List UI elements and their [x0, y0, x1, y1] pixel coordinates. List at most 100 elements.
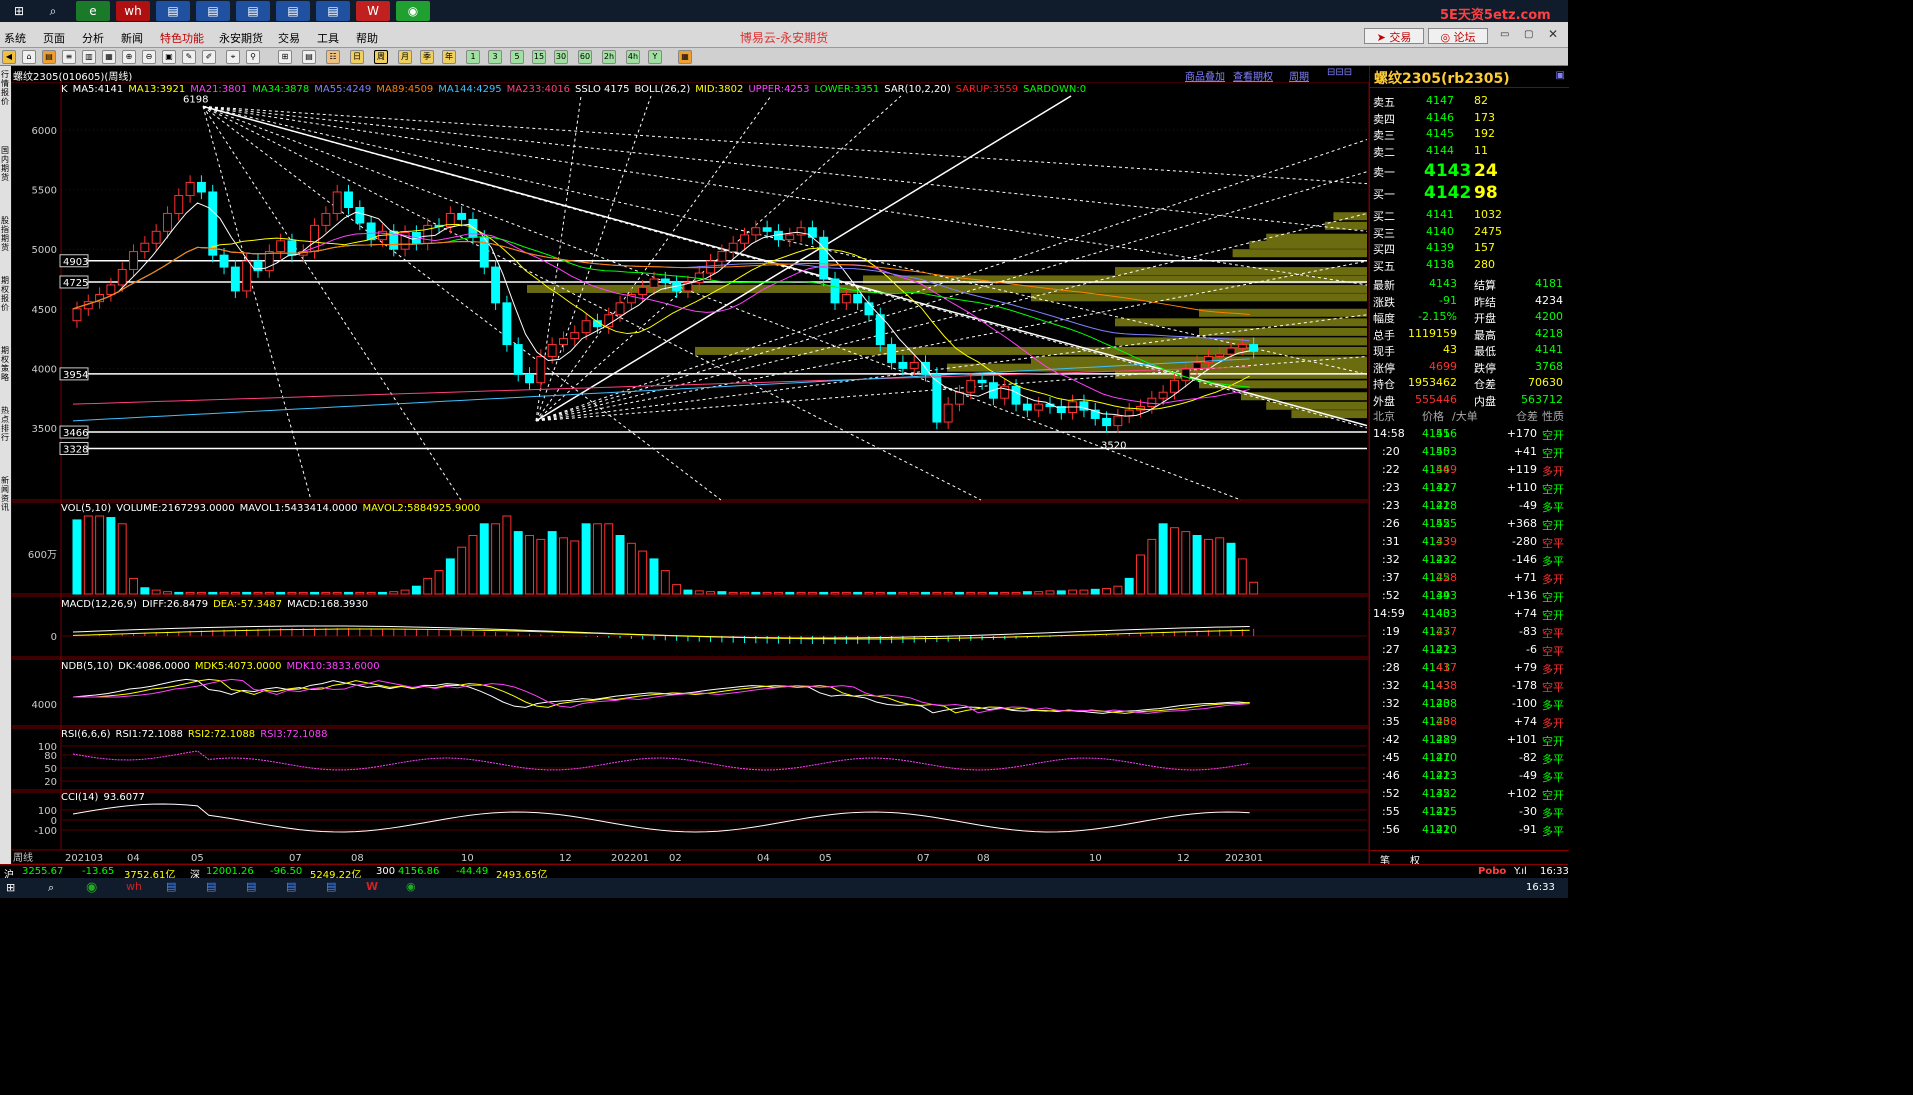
ask-row[interactable]: 卖五 4147 82 [1370, 94, 1569, 110]
pen-icon[interactable]: ✎ [182, 50, 196, 64]
tick-row[interactable]: :52 4144 393 +136 空开 [1370, 589, 1569, 605]
win-app-icon-5[interactable]: ▤ [326, 880, 336, 893]
menu-help[interactable]: 帮助 [356, 30, 378, 46]
tick-row[interactable]: :32 4143 222 -146 多平 [1370, 553, 1569, 569]
folder-icon[interactable]: ▤ [42, 50, 56, 64]
menu-analysis[interactable]: 分析 [82, 30, 104, 46]
ask-row[interactable]: 卖三 4145 192 [1370, 127, 1569, 143]
sidebar-item-index-futures[interactable]: 股指期货 [1, 216, 10, 252]
lock-icon[interactable]: ⚲ [246, 50, 260, 64]
tick-row[interactable]: :22 4144 569 +119 多开 [1370, 463, 1569, 479]
window-min-icon[interactable]: ▭ [1500, 29, 1509, 40]
tick-row[interactable]: :32 4143 438 -178 空平 [1370, 679, 1569, 695]
grid-icon[interactable]: ⊞ [278, 50, 292, 64]
stat-row[interactable]: 涨停 4699 跌停 3768 [1370, 360, 1569, 376]
period-5min[interactable]: 5 [510, 50, 524, 64]
wps-icon[interactable]: W [356, 1, 390, 21]
expand-icon[interactable]: ▣ [1556, 70, 1565, 81]
app-window-icon-3[interactable]: ▤ [236, 1, 270, 21]
tick-row[interactable]: :23 4142 218 -49 多平 [1370, 499, 1569, 515]
period-month[interactable]: 月 [398, 50, 412, 64]
brush-icon[interactable]: ✐ [202, 50, 216, 64]
tick-row[interactable]: :56 4141 220 -91 多平 [1370, 823, 1569, 839]
menu-system[interactable]: 系统 [4, 30, 26, 46]
chart-area[interactable]: 螺纹2305(010605)(周线) 商品叠加 查看期权 周期 ⊟⊟⊟ 6000… [11, 66, 1369, 864]
draw-tool-icon[interactable]: ⌖ [226, 50, 240, 64]
app-window-icon[interactable]: ▤ [156, 1, 190, 21]
forum-button[interactable]: ◎ 论坛 [1428, 28, 1488, 44]
home-icon[interactable]: ⌂ [22, 50, 36, 64]
period-day[interactable]: 日 [350, 50, 364, 64]
tick-row[interactable]: :35 4143 208 +74 多开 [1370, 715, 1569, 731]
ask-row[interactable]: 卖四 4146 173 [1370, 111, 1569, 127]
win-wh6-icon[interactable]: wh [126, 880, 142, 893]
sidebar-item-futures[interactable]: 国内期货 [1, 146, 10, 182]
kline-icon[interactable]: ☷ [326, 50, 340, 64]
tick-row[interactable]: :28 4143 417 +79 多开 [1370, 661, 1569, 677]
search-icon[interactable]: ⌕ [36, 1, 70, 21]
stat-row[interactable]: 幅度 -2.15% 开盘 4200 [1370, 310, 1569, 326]
tick-row[interactable]: :46 4141 223 -49 多平 [1370, 769, 1569, 785]
back-icon[interactable]: ◀ [2, 50, 16, 64]
kline-chart[interactable]: 6000 5500 5000 4500 4000 3500 4903 4725 3954 3466… [11, 82, 1369, 864]
stat-row[interactable]: 涨跌 -91 昨结 4234 [1370, 294, 1569, 310]
ask-row[interactable]: 卖一 4143 24 [1370, 161, 1569, 181]
win-search-icon[interactable]: ⌕ [48, 881, 54, 895]
wechat-icon[interactable]: ◉ [396, 1, 430, 21]
tick-row[interactable]: 14:59 4143 403 +74 空开 [1370, 607, 1569, 623]
win-start-icon[interactable]: ⊞ [6, 881, 15, 894]
win-app-icon-4[interactable]: ▤ [286, 880, 296, 893]
period-quarter[interactable]: 季 [420, 50, 434, 64]
period-year[interactable]: 年 [442, 50, 456, 64]
sidebar-item-news[interactable]: 新闻资讯 [1, 476, 10, 512]
period-custom[interactable]: Y [648, 50, 662, 64]
menu-special[interactable]: 特色功能 [160, 30, 204, 46]
chart-icon[interactable]: ▦ [102, 50, 116, 64]
period-2h[interactable]: 2h [602, 50, 616, 64]
layout-toggle-icon[interactable]: ⊟⊟⊟ [1327, 67, 1352, 78]
tick-row[interactable]: :19 4143 277 -83 空平 [1370, 625, 1569, 641]
period-3min[interactable]: 3 [488, 50, 502, 64]
bid-row[interactable]: 买三 4140 2475 [1370, 225, 1569, 241]
tick-row[interactable]: :45 4141 270 -82 多平 [1370, 751, 1569, 767]
menu-news[interactable]: 新闻 [121, 30, 143, 46]
tick-row[interactable]: :52 4142 352 +102 空开 [1370, 787, 1569, 803]
tick-row[interactable]: 14:58 4145 516 +170 空开 [1370, 427, 1569, 443]
view-options-link[interactable]: 查看期权 [1233, 68, 1273, 83]
tick-row[interactable]: :37 4145 228 +71 多开 [1370, 571, 1569, 587]
window-max-icon[interactable]: ▢ [1524, 29, 1533, 40]
period-week[interactable]: 周 [374, 50, 388, 64]
tick-row[interactable]: :32 4143 208 -100 多平 [1370, 697, 1569, 713]
period-15min[interactable]: 15 [532, 50, 546, 64]
zoom-out-icon[interactable]: ⊖ [142, 50, 156, 64]
app-window-icon-2[interactable]: ▤ [196, 1, 230, 21]
tick-row[interactable]: :20 4145 503 +41 空开 [1370, 445, 1569, 461]
window-close-icon[interactable]: ✕ [1548, 27, 1558, 41]
bid-row[interactable]: 买五 4138 280 [1370, 258, 1569, 274]
list-icon[interactable]: ≡ [62, 50, 76, 64]
menu-tools[interactable]: 工具 [317, 30, 339, 46]
bid-row[interactable]: 买一 4142 98 [1370, 183, 1569, 203]
period-link[interactable]: 周期 [1289, 68, 1309, 83]
menu-page[interactable]: 页面 [43, 30, 65, 46]
stat-row[interactable]: 最新 4143 结算 4181 [1370, 277, 1569, 293]
sidebar-item-options[interactable]: 期权报价 [1, 276, 10, 312]
win-wps-icon[interactable]: W [366, 880, 378, 893]
table-icon[interactable]: ▤ [302, 50, 316, 64]
calendar-icon[interactable]: ▦ [678, 50, 692, 64]
bid-row[interactable]: 买二 4141 1032 [1370, 208, 1569, 224]
doc-icon[interactable]: ▥ [82, 50, 96, 64]
commodity-overlay-link[interactable]: 商品叠加 [1185, 68, 1225, 83]
win-browser-icon[interactable]: ◉ [86, 880, 97, 895]
stat-row[interactable]: 现手 43 最低 4141 [1370, 343, 1569, 359]
tick-row[interactable]: :23 4142 317 +110 空开 [1370, 481, 1569, 497]
win-app-icon-2[interactable]: ▤ [206, 880, 216, 893]
win-app-icon-3[interactable]: ▤ [246, 880, 256, 893]
zoom-in-icon[interactable]: ⊕ [122, 50, 136, 64]
menu-trade[interactable]: 交易 [278, 30, 300, 46]
app-wh6-icon[interactable]: wh [116, 1, 150, 21]
tick-row[interactable]: :27 4142 213 -6 空平 [1370, 643, 1569, 659]
tick-row[interactable]: :55 4141 225 -30 多平 [1370, 805, 1569, 821]
tick-row[interactable]: :26 4142 555 +368 空开 [1370, 517, 1569, 533]
stat-row[interactable]: 总手 1119159 最高 4218 [1370, 327, 1569, 343]
